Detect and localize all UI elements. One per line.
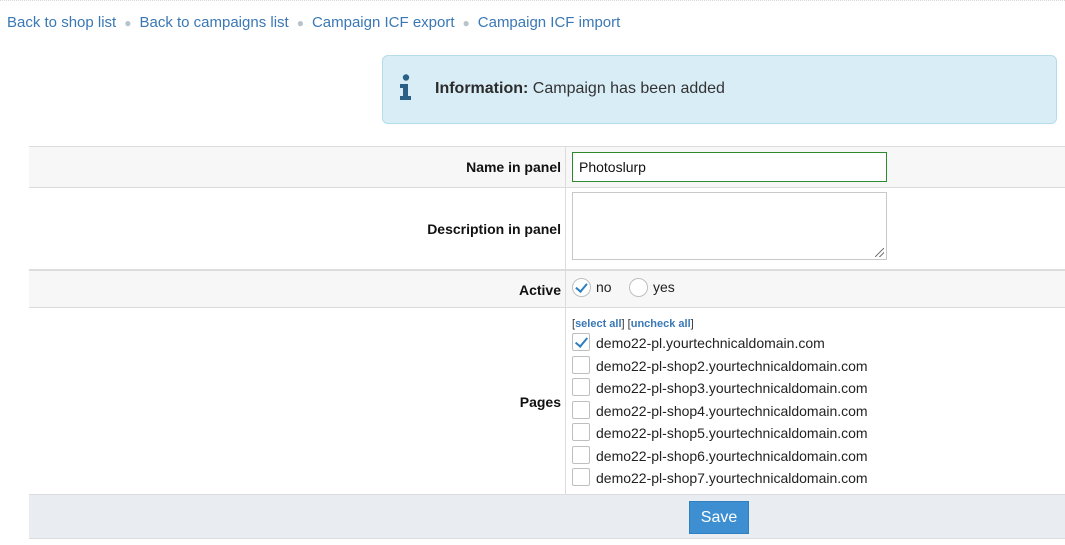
page-label[interactable]: demo22-pl-shop4.yourtechnicaldomain.com bbox=[596, 403, 868, 419]
form-row-name: Name in panel Photoslurp bbox=[29, 146, 1065, 187]
info-label: Information: bbox=[435, 80, 529, 97]
select-all-link[interactable]: select all bbox=[575, 318, 621, 330]
breadcrumb-separator: ● bbox=[296, 15, 304, 30]
breadcrumb-back-to-campaigns-list[interactable]: Back to campaigns list bbox=[139, 14, 288, 31]
page-checkbox[interactable] bbox=[572, 378, 590, 396]
breadcrumb: Back to shop list ● Back to campaigns li… bbox=[7, 14, 620, 31]
page-checkbox[interactable] bbox=[572, 446, 590, 464]
page-checkbox[interactable] bbox=[572, 423, 590, 441]
top-divider bbox=[0, 0, 1065, 1]
uncheck-all-link[interactable]: uncheck all bbox=[631, 318, 691, 330]
page-checkbox[interactable] bbox=[572, 401, 590, 419]
label-cell: Pages bbox=[29, 308, 566, 494]
save-button[interactable]: Save bbox=[689, 501, 749, 534]
active-no-label[interactable]: no bbox=[596, 279, 612, 295]
form-row-active: Active no yes bbox=[29, 269, 1065, 307]
form-row-pages: Pages [select all] [uncheck all] demo22-… bbox=[29, 307, 1065, 494]
page-label[interactable]: demo22-pl.yourtechnicaldomain.com bbox=[596, 335, 825, 351]
breadcrumb-campaign-icf-import[interactable]: Campaign ICF import bbox=[478, 14, 621, 31]
page-label[interactable]: demo22-pl-shop5.yourtechnicaldomain.com bbox=[596, 425, 868, 441]
label-cell: Active bbox=[29, 271, 566, 307]
page-label[interactable]: demo22-pl-shop7.yourtechnicaldomain.com bbox=[596, 470, 868, 486]
active-no-radio[interactable] bbox=[572, 278, 591, 297]
breadcrumb-separator: ● bbox=[124, 15, 132, 30]
page-label[interactable]: demo22-pl-shop6.yourtechnicaldomain.com bbox=[596, 448, 868, 464]
active-label: Active bbox=[518, 282, 561, 298]
page-label[interactable]: demo22-pl-shop3.yourtechnicaldomain.com bbox=[596, 380, 868, 396]
info-text: Campaign has been added bbox=[532, 80, 725, 97]
breadcrumb-campaign-icf-export[interactable]: Campaign ICF export bbox=[312, 14, 455, 31]
pages-label: Pages bbox=[519, 394, 561, 410]
name-input[interactable]: Photoslurp bbox=[572, 152, 887, 182]
name-label: Name in panel bbox=[466, 159, 561, 175]
info-message: Information: Campaign has been added bbox=[435, 80, 725, 98]
description-textarea[interactable] bbox=[572, 192, 887, 260]
form-row-submit: Save bbox=[29, 494, 1065, 539]
select-links: [select all] [uncheck all] bbox=[572, 318, 694, 330]
page-checkbox[interactable] bbox=[572, 356, 590, 374]
label-cell: Name in panel bbox=[29, 147, 566, 187]
active-yes-label[interactable]: yes bbox=[653, 279, 675, 295]
page-label[interactable]: demo22-pl-shop2.yourtechnicaldomain.com bbox=[596, 358, 868, 374]
breadcrumb-back-to-shop-list[interactable]: Back to shop list bbox=[7, 14, 116, 31]
info-alert: Information: Campaign has been added bbox=[382, 55, 1057, 124]
page-checkbox[interactable] bbox=[572, 333, 590, 351]
label-cell: Description in panel bbox=[29, 188, 566, 269]
page-checkbox[interactable] bbox=[572, 468, 590, 486]
info-icon bbox=[400, 74, 411, 100]
active-yes-radio[interactable] bbox=[629, 278, 648, 297]
resize-handle-icon[interactable] bbox=[875, 248, 884, 257]
description-label: Description in panel bbox=[427, 221, 561, 237]
breadcrumb-separator: ● bbox=[462, 15, 470, 30]
form-row-description: Description in panel bbox=[29, 187, 1065, 269]
